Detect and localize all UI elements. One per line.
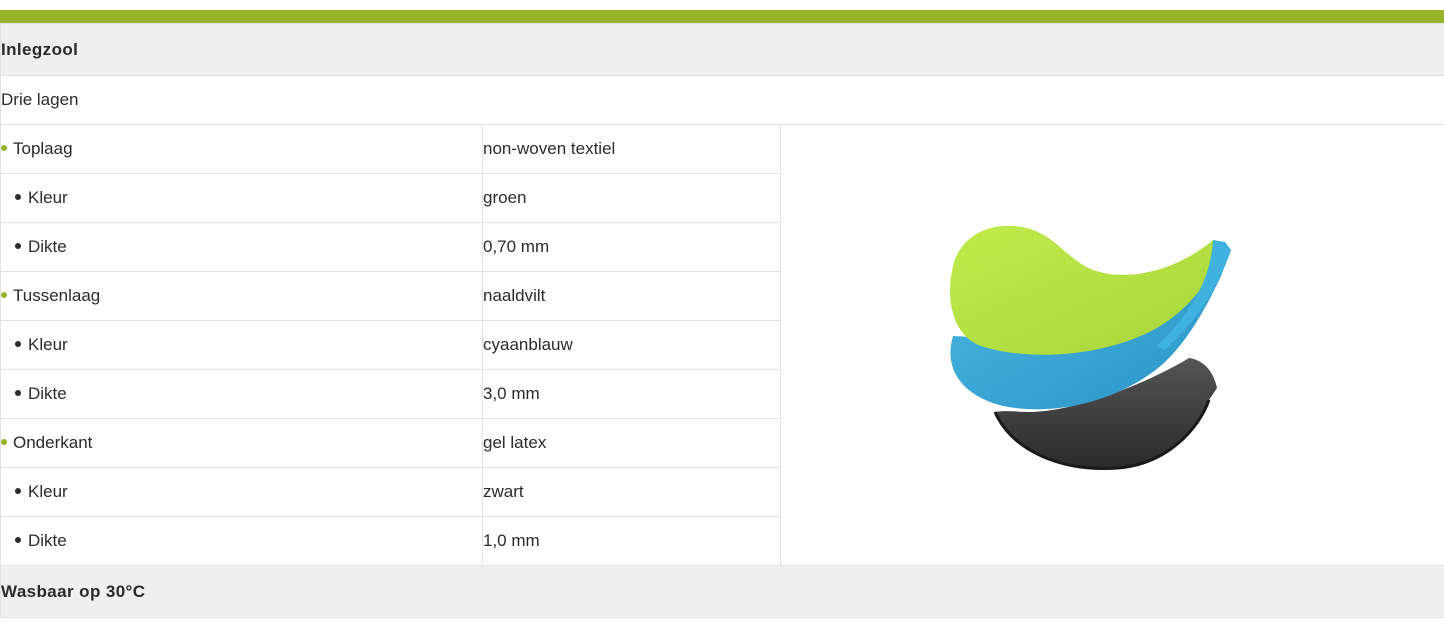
washable-label: Wasbaar op 30°C: [0, 565, 1444, 618]
green-bullet-icon: [1, 291, 7, 298]
insole-layers-image: [949, 225, 1231, 470]
row-label-cell: Dikte: [0, 369, 483, 419]
row-label: Onderkant: [13, 433, 93, 452]
row-label: Kleur: [28, 335, 68, 354]
green-bullet-icon: [1, 144, 7, 151]
row-label-cell: Onderkant: [0, 418, 483, 468]
section-row-washable: Wasbaar op 30°C: [0, 565, 1444, 618]
row-value: 3,0 mm: [482, 369, 781, 419]
bullet-icon: [15, 193, 21, 200]
row-label-cell: Dikte: [0, 222, 483, 272]
row-label: Dikte: [28, 384, 67, 403]
row-value: zwart: [482, 467, 781, 517]
row-value: groen: [482, 173, 781, 223]
accent-bar: [0, 10, 1444, 23]
bullet-icon: [15, 340, 21, 347]
bullet-icon: [15, 487, 21, 494]
bullet-icon: [15, 242, 21, 249]
green-bullet-icon: [1, 438, 7, 445]
row-label: Kleur: [28, 188, 68, 207]
row-value: gel latex: [482, 418, 781, 468]
top-spacer: [0, 0, 1444, 10]
section-row-insole: Inlegzool: [0, 23, 1444, 76]
section-title: Inlegzool: [0, 23, 1444, 76]
table-row: Toplaag non-woven textiel: [0, 124, 1444, 566]
row-label-cell: Kleur: [0, 467, 483, 517]
row-label-cell: Dikte: [0, 516, 483, 566]
row-value: naaldvilt: [482, 271, 781, 321]
spec-table: Inlegzool Drie lagen Toplaag non-woven t…: [0, 23, 1444, 618]
row-value: 1,0 mm: [482, 516, 781, 566]
row-label: Tussenlaag: [13, 286, 101, 305]
image-cell: [779, 124, 1444, 566]
row-label-cell: Tussenlaag: [0, 271, 483, 321]
bullet-icon: [15, 536, 21, 543]
row-value: non-woven textiel: [482, 124, 781, 174]
row-label-cell: Kleur: [0, 173, 483, 223]
row-label: Toplaag: [13, 139, 73, 158]
row-label: Dikte: [28, 237, 67, 256]
intro-text: Drie lagen: [0, 75, 1444, 125]
row-label-cell: Kleur: [0, 320, 483, 370]
row-label: Kleur: [28, 482, 68, 501]
row-value: 0,70 mm: [482, 222, 781, 272]
row-value: cyaanblauw: [482, 320, 781, 370]
row-label-cell: Toplaag: [0, 124, 483, 174]
row-label: Dikte: [28, 531, 67, 550]
bullet-icon: [15, 389, 21, 396]
intro-row: Drie lagen: [0, 75, 1444, 125]
